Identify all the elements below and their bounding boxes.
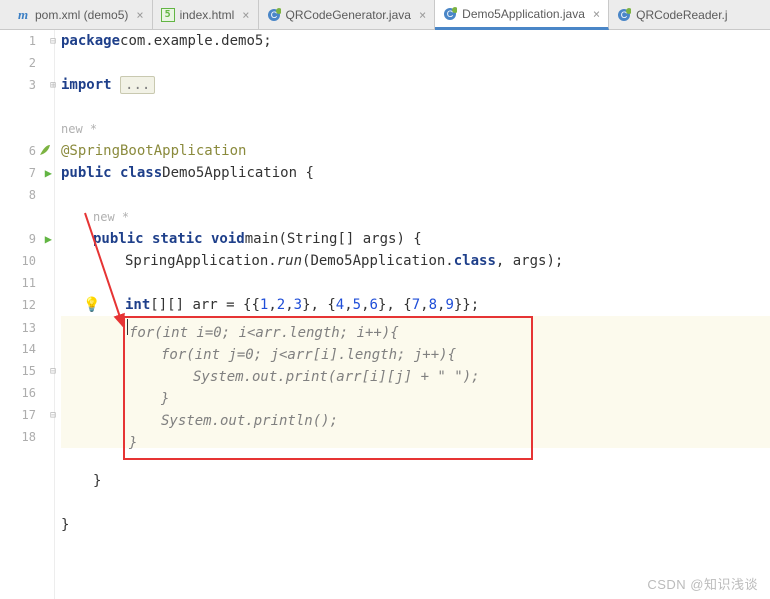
tab-label: Demo5Application.java [462, 7, 585, 21]
tab-qrreader[interactable]: C QRCodeReader.j [609, 0, 735, 29]
template-line: for(int i=0; i<arr.length; i++){ [129, 322, 523, 344]
fold-placeholder[interactable]: ... [120, 76, 155, 94]
tab-label: index.html [180, 8, 235, 22]
gutter: 1⊟ 2 3⊞ 6 7▶ 8 9▶ 10 11 12 13 14 15⊟ 16 … [0, 30, 55, 599]
live-template-block: for(int i=0; i<arr.length; i++){ for(int… [123, 316, 533, 460]
new-marker: new * [61, 122, 97, 136]
tab-demo5app[interactable]: C Demo5Application.java × [435, 0, 609, 30]
keyword: import [61, 77, 112, 93]
java-class-icon: C [443, 7, 457, 21]
template-line: } [129, 388, 523, 410]
editor-tabs: m pom.xml (demo5) × 5 index.html × C QRC… [0, 0, 770, 30]
tab-pom[interactable]: m pom.xml (demo5) × [8, 0, 153, 29]
line-number: 7▶ [0, 162, 54, 184]
line-number: 13 [0, 316, 54, 338]
bulb-icon[interactable]: 💡 [83, 297, 100, 313]
java-class-icon: C [267, 8, 281, 22]
code-text: } [61, 517, 69, 533]
code-text: (String[] args) { [278, 231, 421, 247]
spring-leaf-icon[interactable] [38, 143, 52, 160]
close-icon[interactable]: × [242, 8, 249, 22]
code-text: , args); [496, 253, 563, 269]
java-class-icon: C [617, 8, 631, 22]
line-number: 2 [0, 52, 54, 74]
code-text: [][] arr = {{ [150, 297, 260, 313]
template-line: System.out.println(); [129, 410, 523, 432]
keyword: public class [61, 165, 162, 181]
close-icon[interactable]: × [136, 8, 143, 22]
watermark: CSDN @知识浅谈 [647, 574, 758, 593]
tab-label: QRCodeGenerator.java [286, 8, 411, 22]
code-text: main [245, 231, 279, 247]
line-number: 6 [0, 140, 54, 162]
line-number: 18 [0, 426, 54, 448]
template-line: System.out.print(arr[i][j] + " "); [129, 366, 523, 388]
run-icon[interactable]: ▶ [45, 232, 52, 246]
code-area[interactable]: package com.example.demo5; import ... ne… [55, 30, 770, 599]
keyword: int [125, 297, 150, 313]
maven-icon: m [16, 8, 30, 22]
line-number: 11 [0, 272, 54, 294]
keyword: public static void [93, 231, 245, 247]
close-icon[interactable]: × [593, 7, 600, 21]
line-number: 1⊟ [0, 30, 54, 52]
line-number: 10 [0, 250, 54, 272]
run-icon[interactable]: ▶ [45, 166, 52, 180]
keyword: package [61, 33, 120, 49]
line-number: 12 [0, 294, 54, 316]
tab-label: pom.xml (demo5) [35, 8, 128, 22]
code-text: } [93, 473, 101, 489]
html-icon: 5 [161, 8, 175, 22]
code-text: com.example.demo5; [120, 33, 272, 49]
line-number [0, 206, 54, 228]
line-number: 17⊟ [0, 404, 54, 426]
tab-index[interactable]: 5 index.html × [153, 0, 259, 29]
line-number: 9▶ [0, 228, 54, 250]
line-number: 16 [0, 382, 54, 404]
close-icon[interactable]: × [419, 8, 426, 22]
tab-label: QRCodeReader.j [636, 8, 727, 22]
code-editor[interactable]: 1⊟ 2 3⊞ 6 7▶ 8 9▶ 10 11 12 13 14 15⊟ 16 … [0, 30, 770, 599]
line-number: 14 [0, 338, 54, 360]
line-number: 15⊟ [0, 360, 54, 382]
line-number [0, 118, 54, 140]
line-number: 3⊞ [0, 74, 54, 96]
keyword: class [454, 253, 496, 269]
tab-qrgen[interactable]: C QRCodeGenerator.java × [259, 0, 436, 29]
new-marker: new * [93, 210, 129, 224]
line-number: 8 [0, 184, 54, 206]
line-number [0, 96, 54, 118]
code-text: SpringApplication. [125, 253, 277, 269]
code-text: run [277, 253, 302, 269]
code-text: (Demo5Application. [302, 253, 454, 269]
annotation: @SpringBootApplication [61, 143, 246, 159]
code-text: Demo5Application { [162, 165, 314, 181]
template-line: for(int j=0; j<arr[i].length; j++){ [129, 344, 523, 366]
